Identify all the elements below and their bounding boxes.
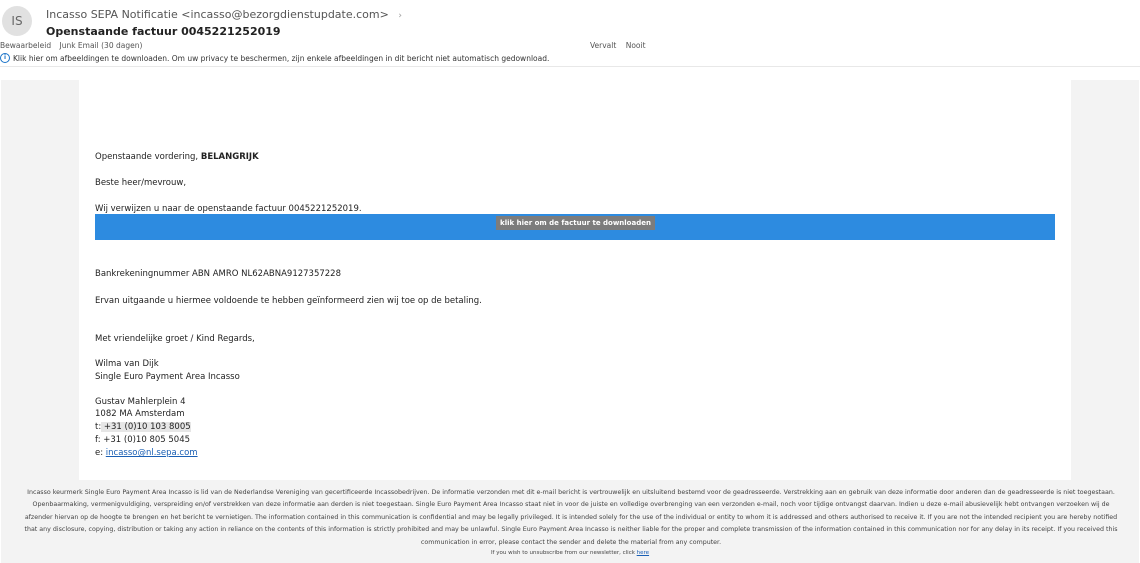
signature-name: Wilma van Dijk xyxy=(95,359,159,369)
phone-number[interactable]: +31 (0)10 103 8005 xyxy=(101,422,191,432)
expiry-info: Vervalt Nooit xyxy=(590,41,653,50)
greeting-prefix: Openstaande vordering, xyxy=(95,152,201,162)
intro-text: Wij verwijzen u naar de openstaande fact… xyxy=(95,204,362,214)
header-divider xyxy=(0,66,1140,67)
regards: Met vriendelijke groet / Kind Regards, xyxy=(95,334,255,344)
expires-label: Vervalt xyxy=(590,41,617,50)
expires-value: Nooit xyxy=(625,41,646,50)
retention-policy: Bewaarbeleid Junk Email (30 dagen) xyxy=(0,41,148,50)
download-images-infobar[interactable]: i Klik hier om afbeeldingen te downloade… xyxy=(0,53,549,63)
closing-note: Ervan uitgaande u hiermee voldoende te h… xyxy=(95,296,482,306)
greeting-bold: BELANGRIJK xyxy=(200,152,259,162)
greeting-line: Openstaande vordering, BELANGRIJK xyxy=(95,152,259,162)
message-body: Openstaande vordering, BELANGRIJK Beste … xyxy=(1,80,1139,563)
signature-organization: Single Euro Payment Area Incasso xyxy=(95,372,240,382)
legal-disclaimer: Incasso keurmerk Single Euro Payment Are… xyxy=(24,489,1118,546)
sender-line[interactable]: Incasso SEPA Notificatie <incasso@bezorg… xyxy=(46,8,402,21)
unsubscribe-line: If you wish to unsubscribe from our news… xyxy=(1,550,1139,556)
message-header: IS Incasso SEPA Notificatie <incasso@bez… xyxy=(0,0,1140,80)
retention-label: Bewaarbeleid xyxy=(0,41,52,50)
sender-avatar[interactable]: IS xyxy=(2,6,32,36)
download-banner: klik hier om de factuur te downloaden xyxy=(95,214,1055,240)
info-icon: i xyxy=(0,53,10,63)
download-invoice-button[interactable]: klik hier om de factuur te downloaden xyxy=(496,216,655,230)
email-line: e: incasso@nl.sepa.com xyxy=(95,448,198,458)
message-subject: Openstaande factuur 0045221252019 xyxy=(46,25,281,38)
retention-value[interactable]: Junk Email (30 dagen) xyxy=(59,41,142,50)
address-city: 1082 MA Amsterdam xyxy=(95,409,185,419)
salutation: Beste heer/mevrouw, xyxy=(95,178,187,188)
unsubscribe-text: If you wish to unsubscribe from our news… xyxy=(490,550,637,556)
chevron-right-icon[interactable]: › xyxy=(398,11,402,21)
infobar-text[interactable]: Klik hier om afbeeldingen te downloaden.… xyxy=(13,54,549,63)
bank-account-line: Bankrekeningnummer ABN AMRO NL62ABNA9127… xyxy=(95,269,341,279)
sender-name[interactable]: Incasso SEPA Notificatie <incasso@bezorg… xyxy=(46,8,389,21)
email-content: Openstaande vordering, BELANGRIJK Beste … xyxy=(79,80,1071,480)
email-label: e: xyxy=(95,448,106,458)
fax-line: f: +31 (0)10 805 5045 xyxy=(95,435,191,445)
address-street: Gustav Mahlerplein 4 xyxy=(95,397,186,407)
phone-line: t: +31 (0)10 103 8005 xyxy=(95,422,191,432)
unsubscribe-link[interactable]: here xyxy=(637,550,649,556)
email-link[interactable]: incasso@nl.sepa.com xyxy=(106,448,198,458)
